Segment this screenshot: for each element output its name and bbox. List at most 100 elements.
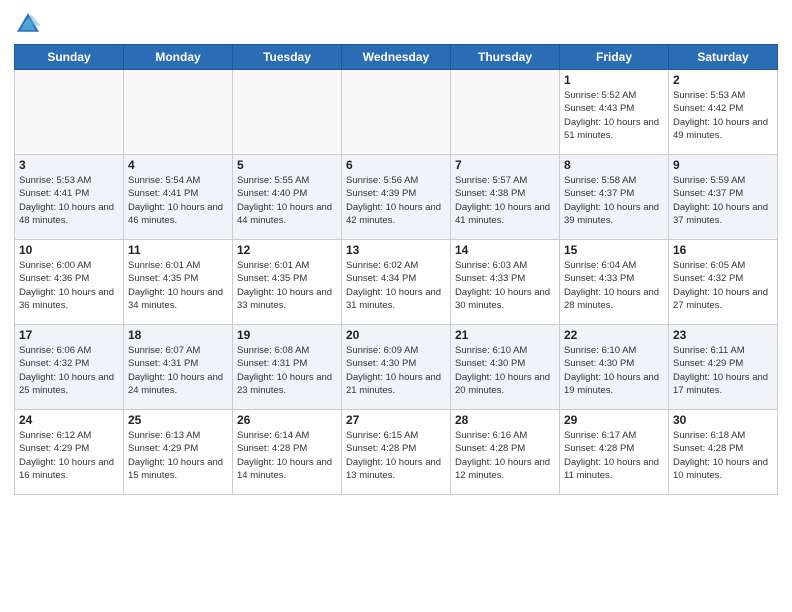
calendar-col-header: Friday	[560, 45, 669, 70]
calendar-day-cell: 3 Sunrise: 5:53 AMSunset: 4:41 PMDaylight…	[15, 155, 124, 240]
day-number: 6	[346, 158, 446, 172]
calendar-day-cell: 24 Sunrise: 6:12 AMSunset: 4:29 PMDayligh…	[15, 410, 124, 495]
day-number: 18	[128, 328, 228, 342]
logo-icon	[14, 10, 42, 38]
day-number: 1	[564, 73, 664, 87]
day-number: 28	[455, 413, 555, 427]
day-number: 4	[128, 158, 228, 172]
calendar-week-row: 1 Sunrise: 5:52 AMSunset: 4:43 PMDaylight…	[15, 70, 778, 155]
day-info: Sunrise: 6:08 AMSunset: 4:31 PMDaylight:…	[237, 344, 337, 397]
calendar-day-cell: 20 Sunrise: 6:09 AMSunset: 4:30 PMDayligh…	[342, 325, 451, 410]
day-number: 21	[455, 328, 555, 342]
day-info: Sunrise: 6:10 AMSunset: 4:30 PMDaylight:…	[455, 344, 555, 397]
day-info: Sunrise: 6:18 AMSunset: 4:28 PMDaylight:…	[673, 429, 773, 482]
header	[14, 10, 778, 38]
calendar-col-header: Sunday	[15, 45, 124, 70]
day-number: 22	[564, 328, 664, 342]
calendar-day-cell: 25Sunrise: 6:13 AMSunset: 4:29 PMDayligh…	[124, 410, 233, 495]
day-info: Sunrise: 6:10 AMSunset: 4:30 PMDaylight:…	[564, 344, 664, 397]
day-number: 16	[673, 243, 773, 257]
calendar-day-cell: 9Sunrise: 5:59 AMSunset: 4:37 PMDaylight…	[669, 155, 778, 240]
day-number: 14	[455, 243, 555, 257]
day-number: 7	[455, 158, 555, 172]
calendar-day-cell: 21 Sunrise: 6:10 AMSunset: 4:30 PMDayligh…	[451, 325, 560, 410]
calendar-day-cell: 1 Sunrise: 5:52 AMSunset: 4:43 PMDaylight…	[560, 70, 669, 155]
day-info: Sunrise: 5:53 AMSunset: 4:41 PMDaylight:…	[19, 174, 119, 227]
calendar-week-row: 3 Sunrise: 5:53 AMSunset: 4:41 PMDaylight…	[15, 155, 778, 240]
day-info: Sunrise: 6:04 AMSunset: 4:33 PMDaylight:…	[564, 259, 664, 312]
day-info: Sunrise: 6:13 AMSunset: 4:29 PMDaylight:…	[128, 429, 228, 482]
day-number: 24	[19, 413, 119, 427]
day-number: 27	[346, 413, 446, 427]
calendar-day-cell: 7 Sunrise: 5:57 AMSunset: 4:38 PMDaylight…	[451, 155, 560, 240]
day-info: Sunrise: 5:56 AMSunset: 4:39 PMDaylight:…	[346, 174, 446, 227]
day-info: Sunrise: 6:09 AMSunset: 4:30 PMDaylight:…	[346, 344, 446, 397]
calendar-table: SundayMondayTuesdayWednesdayThursdayFrid…	[14, 44, 778, 495]
day-info: Sunrise: 6:15 AMSunset: 4:28 PMDaylight:…	[346, 429, 446, 482]
day-info: Sunrise: 6:14 AMSunset: 4:28 PMDaylight:…	[237, 429, 337, 482]
day-info: Sunrise: 6:16 AMSunset: 4:28 PMDaylight:…	[455, 429, 555, 482]
calendar-day-cell: 8 Sunrise: 5:58 AMSunset: 4:37 PMDaylight…	[560, 155, 669, 240]
day-info: Sunrise: 5:58 AMSunset: 4:37 PMDaylight:…	[564, 174, 664, 227]
calendar-week-row: 10 Sunrise: 6:00 AMSunset: 4:36 PMDayligh…	[15, 240, 778, 325]
calendar-week-row: 24 Sunrise: 6:12 AMSunset: 4:29 PMDayligh…	[15, 410, 778, 495]
calendar-week-row: 17Sunrise: 6:06 AMSunset: 4:32 PMDayligh…	[15, 325, 778, 410]
calendar-day-cell: 13 Sunrise: 6:02 AMSunset: 4:34 PMDayligh…	[342, 240, 451, 325]
day-number: 10	[19, 243, 119, 257]
calendar-day-cell: 18 Sunrise: 6:07 AMSunset: 4:31 PMDayligh…	[124, 325, 233, 410]
calendar-day-cell: 30 Sunrise: 6:18 AMSunset: 4:28 PMDayligh…	[669, 410, 778, 495]
day-number: 12	[237, 243, 337, 257]
calendar-col-header: Monday	[124, 45, 233, 70]
calendar-day-cell	[124, 70, 233, 155]
day-info: Sunrise: 5:55 AMSunset: 4:40 PMDaylight:…	[237, 174, 337, 227]
calendar-day-cell: 28 Sunrise: 6:16 AMSunset: 4:28 PMDayligh…	[451, 410, 560, 495]
day-info: Sunrise: 6:17 AMSunset: 4:28 PMDaylight:…	[564, 429, 664, 482]
calendar-col-header: Tuesday	[233, 45, 342, 70]
calendar-day-cell: 15Sunrise: 6:04 AMSunset: 4:33 PMDayligh…	[560, 240, 669, 325]
calendar-day-cell: 12 Sunrise: 6:01 AMSunset: 4:35 PMDayligh…	[233, 240, 342, 325]
day-info: Sunrise: 6:05 AMSunset: 4:32 PMDaylight:…	[673, 259, 773, 312]
calendar-day-cell: 26Sunrise: 6:14 AMSunset: 4:28 PMDayligh…	[233, 410, 342, 495]
page: SundayMondayTuesdayWednesdayThursdayFrid…	[0, 0, 792, 612]
calendar-day-cell	[233, 70, 342, 155]
day-info: Sunrise: 6:01 AMSunset: 4:35 PMDaylight:…	[128, 259, 228, 312]
day-info: Sunrise: 5:57 AMSunset: 4:38 PMDaylight:…	[455, 174, 555, 227]
day-info: Sunrise: 6:01 AMSunset: 4:35 PMDaylight:…	[237, 259, 337, 312]
day-info: Sunrise: 6:03 AMSunset: 4:33 PMDaylight:…	[455, 259, 555, 312]
calendar-col-header: Thursday	[451, 45, 560, 70]
day-info: Sunrise: 5:54 AMSunset: 4:41 PMDaylight:…	[128, 174, 228, 227]
calendar-day-cell: 11 Sunrise: 6:01 AMSunset: 4:35 PMDayligh…	[124, 240, 233, 325]
day-number: 3	[19, 158, 119, 172]
day-info: Sunrise: 6:07 AMSunset: 4:31 PMDaylight:…	[128, 344, 228, 397]
calendar-day-cell: 6 Sunrise: 5:56 AMSunset: 4:39 PMDaylight…	[342, 155, 451, 240]
calendar-day-cell: 22 Sunrise: 6:10 AMSunset: 4:30 PMDayligh…	[560, 325, 669, 410]
day-number: 13	[346, 243, 446, 257]
day-info: Sunrise: 6:06 AMSunset: 4:32 PMDaylight:…	[19, 344, 119, 397]
day-number: 8	[564, 158, 664, 172]
calendar-header-row: SundayMondayTuesdayWednesdayThursdayFrid…	[15, 45, 778, 70]
calendar-day-cell: 19Sunrise: 6:08 AMSunset: 4:31 PMDayligh…	[233, 325, 342, 410]
calendar-day-cell: 23 Sunrise: 6:11 AMSunset: 4:29 PMDayligh…	[669, 325, 778, 410]
day-number: 9	[673, 158, 773, 172]
calendar-day-cell	[342, 70, 451, 155]
calendar-col-header: Wednesday	[342, 45, 451, 70]
day-info: Sunrise: 6:00 AMSunset: 4:36 PMDaylight:…	[19, 259, 119, 312]
calendar-day-cell: 16 Sunrise: 6:05 AMSunset: 4:32 PMDayligh…	[669, 240, 778, 325]
logo	[14, 10, 46, 38]
day-info: Sunrise: 6:12 AMSunset: 4:29 PMDaylight:…	[19, 429, 119, 482]
day-number: 20	[346, 328, 446, 342]
calendar-day-cell: 4 Sunrise: 5:54 AMSunset: 4:41 PMDaylight…	[124, 155, 233, 240]
day-number: 11	[128, 243, 228, 257]
day-info: Sunrise: 5:52 AMSunset: 4:43 PMDaylight:…	[564, 89, 664, 142]
day-number: 23	[673, 328, 773, 342]
day-number: 30	[673, 413, 773, 427]
day-info: Sunrise: 6:02 AMSunset: 4:34 PMDaylight:…	[346, 259, 446, 312]
calendar-day-cell	[451, 70, 560, 155]
calendar-day-cell	[15, 70, 124, 155]
day-info: Sunrise: 6:11 AMSunset: 4:29 PMDaylight:…	[673, 344, 773, 397]
calendar-day-cell: 17Sunrise: 6:06 AMSunset: 4:32 PMDayligh…	[15, 325, 124, 410]
day-number: 5	[237, 158, 337, 172]
calendar-day-cell: 5 Sunrise: 5:55 AMSunset: 4:40 PMDaylight…	[233, 155, 342, 240]
day-info: Sunrise: 5:53 AMSunset: 4:42 PMDaylight:…	[673, 89, 773, 142]
calendar-col-header: Saturday	[669, 45, 778, 70]
